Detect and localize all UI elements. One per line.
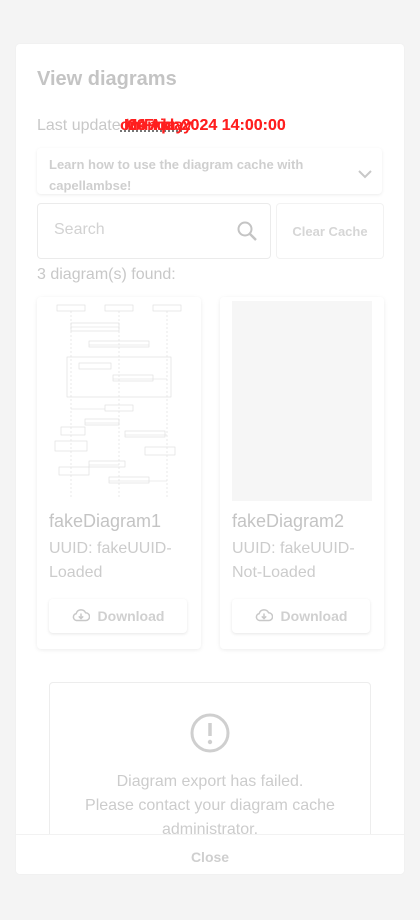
download-button[interactable]: Download xyxy=(232,599,370,633)
dialog-title: View diagrams xyxy=(37,68,177,90)
diagram-uuid: UUID: fakeUUID-Loaded xyxy=(49,540,172,581)
cloud-download-icon xyxy=(72,608,90,625)
help-expander[interactable]: Learn how to use the diagram cache with … xyxy=(37,148,382,194)
diagram-uuid: UUID: fakeUUID-Not-Loaded xyxy=(232,540,355,581)
error-circle-icon xyxy=(190,713,230,758)
error-message-line: Diagram export has failed. xyxy=(116,773,304,790)
diagram-thumbnail-placeholder xyxy=(232,301,372,501)
close-button[interactable]: Close xyxy=(176,849,244,865)
chevron-down-icon xyxy=(358,166,372,184)
export-error-box: Diagram export has failed. Please contac… xyxy=(49,682,371,854)
download-button[interactable]: Download xyxy=(49,599,187,633)
search-field[interactable] xyxy=(37,203,271,259)
diagram-name: fakeDiagram1 xyxy=(49,511,162,531)
diagram-card: fakeDiagram1 UUID: fakeUUID-Loaded Downl… xyxy=(37,297,201,649)
cloud-download-icon xyxy=(255,608,273,625)
clear-cache-button[interactable]: Clear Cache xyxy=(276,203,384,259)
error-message-line: Please contact your diagram cache xyxy=(85,797,335,814)
last-updated-overlap-4: 29 Apr 2024 14:00:00 xyxy=(128,117,286,134)
search-icon xyxy=(236,220,258,247)
download-label: Download xyxy=(280,608,348,624)
help-expander-text: Learn how to use the diagram cache with … xyxy=(49,157,304,193)
diagram-thumbnail[interactable] xyxy=(49,301,189,501)
diagram-count: 3 diagram(s) found: xyxy=(37,266,176,283)
diagram-card: fakeDiagram2 UUID: fakeUUID-Not-Loaded D… xyxy=(220,297,384,649)
search-input[interactable] xyxy=(52,220,226,240)
dialog-footer: Close xyxy=(16,834,404,874)
diagram-name: fakeDiagram2 xyxy=(232,511,345,531)
view-diagrams-dialog: View diagrams Last updated: on Friday Mo… xyxy=(16,44,404,874)
download-label: Download xyxy=(97,608,165,624)
